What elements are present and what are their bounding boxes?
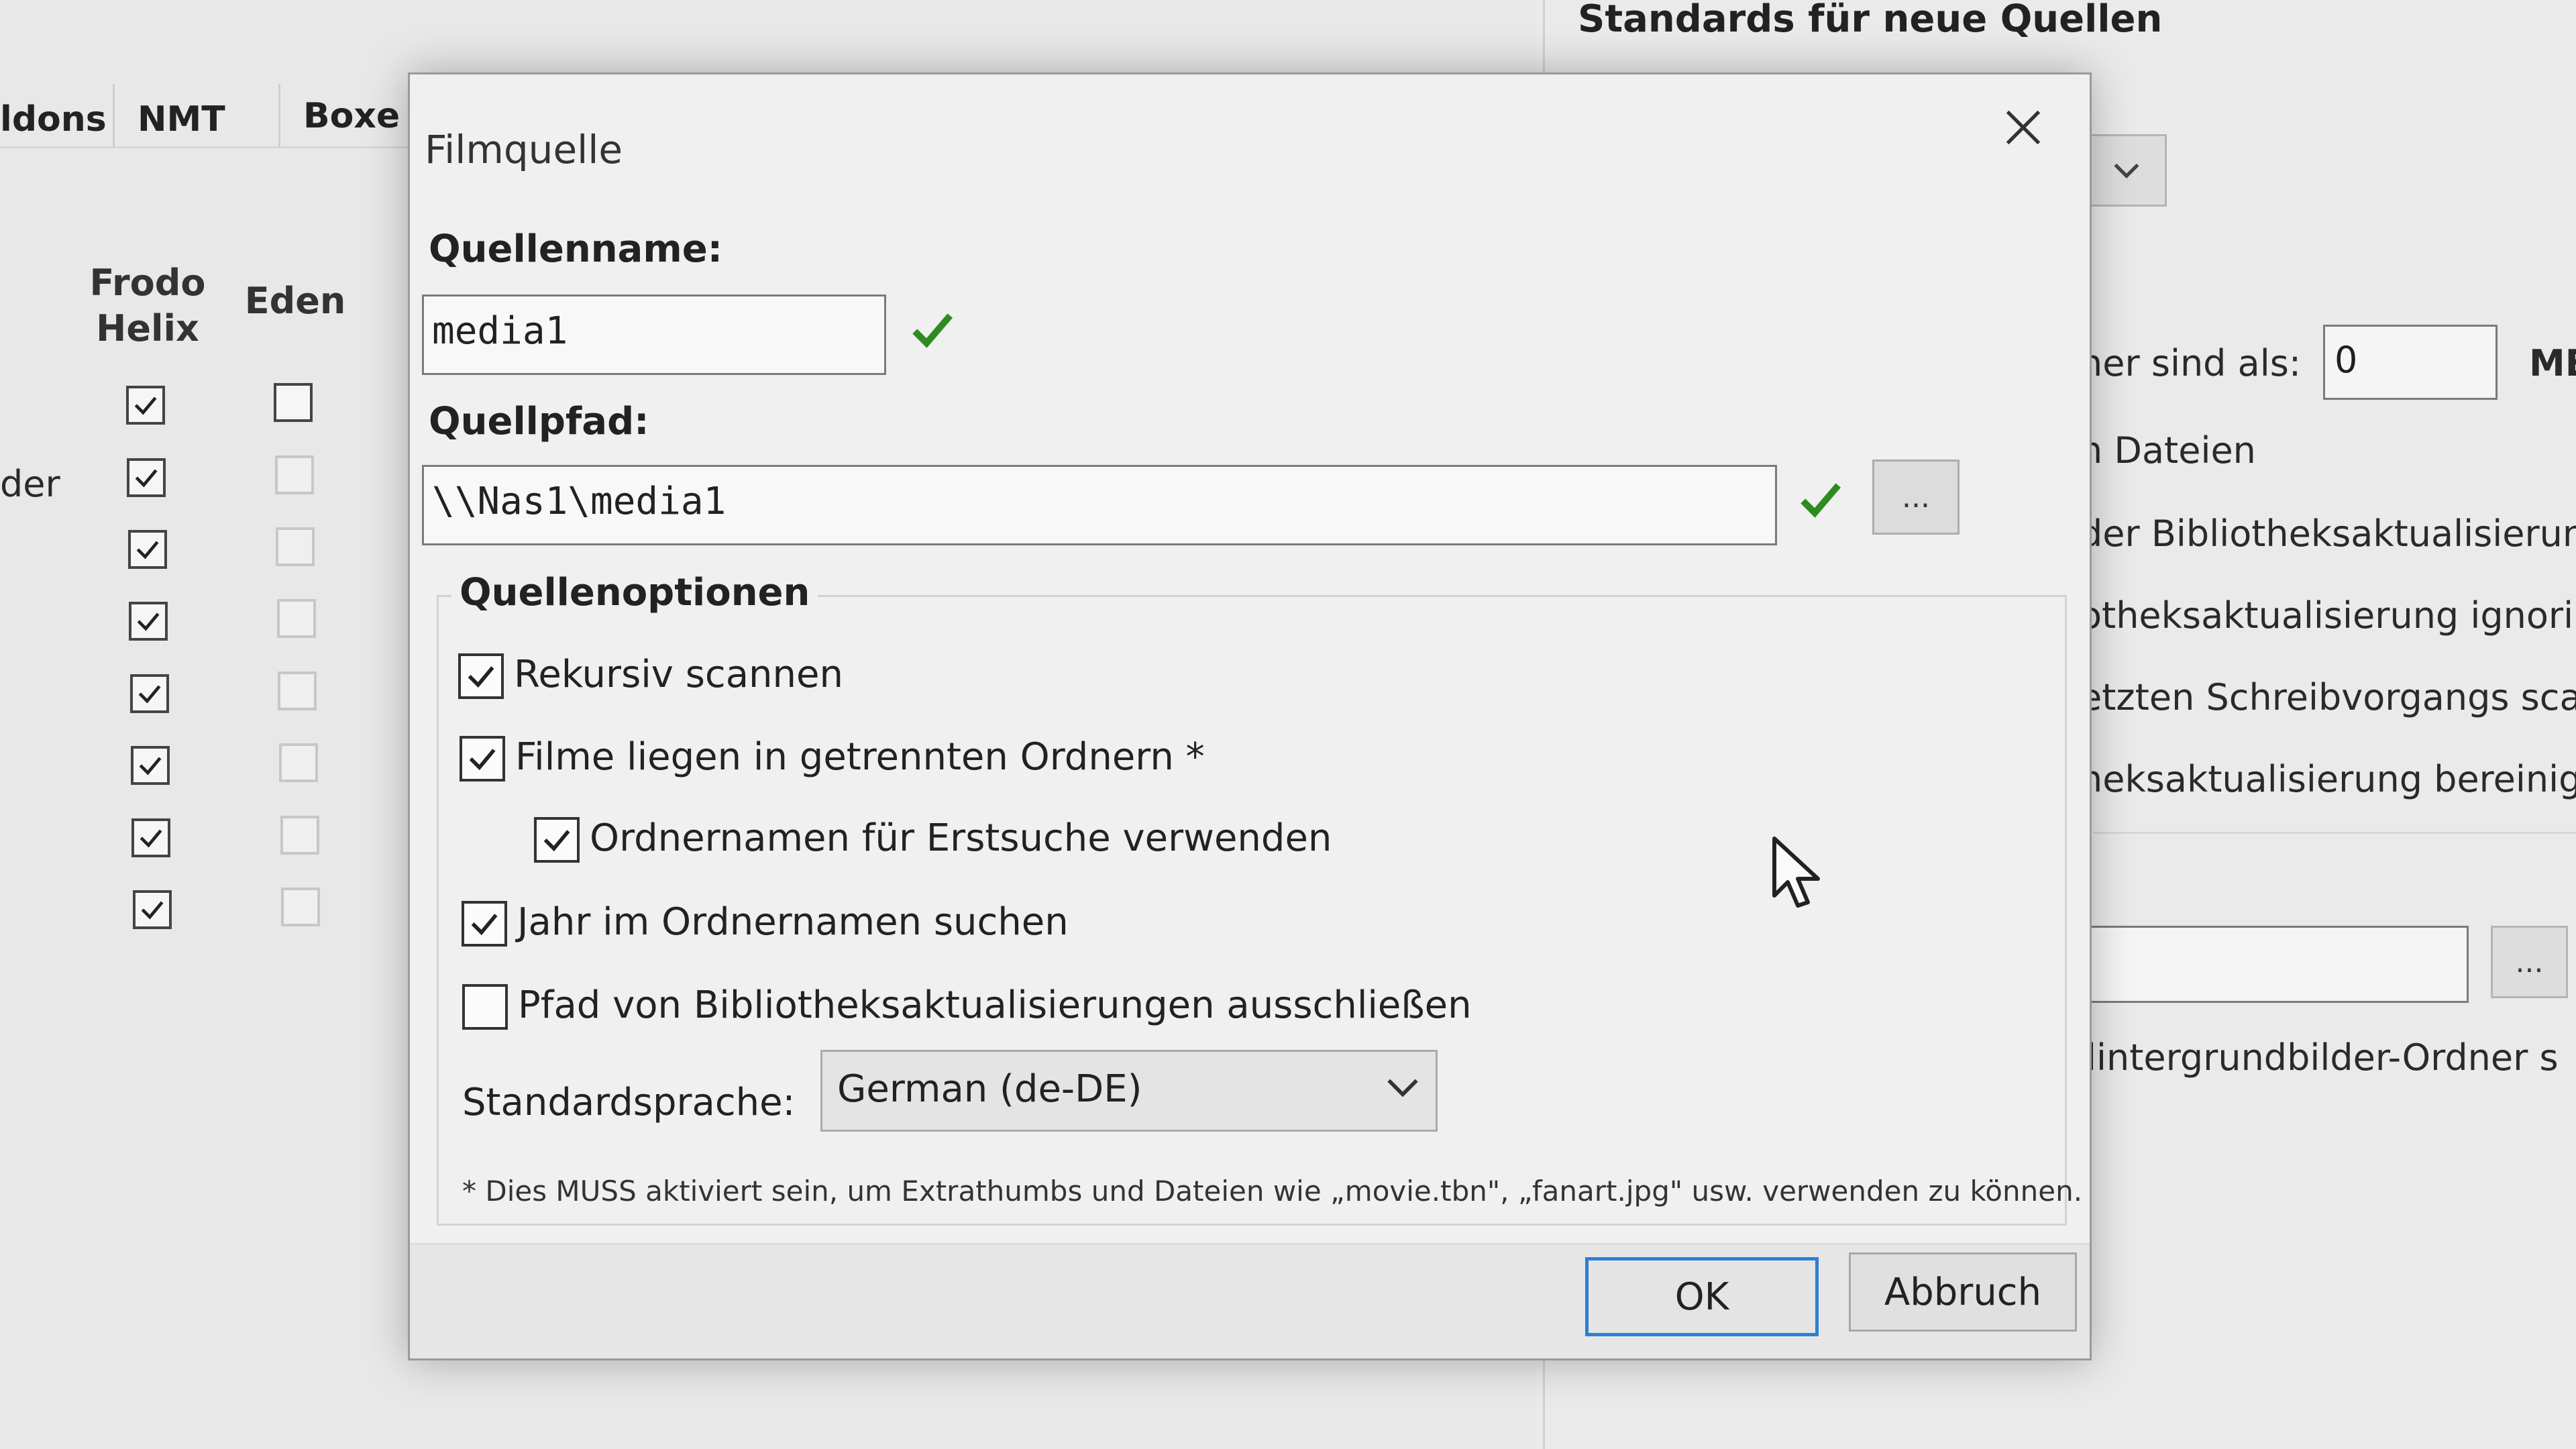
cancel-button[interactable]: Abbruch — [1849, 1252, 2077, 1332]
tab-divider — [113, 84, 115, 148]
frodo-helix-checkbox[interactable] — [127, 458, 166, 497]
browse-path-button[interactable]: ... — [1872, 460, 1960, 535]
eden-checkbox[interactable] — [274, 383, 313, 422]
options-footnote: * Dies MUSS aktiviert sein, um Extrathum… — [462, 1175, 2083, 1208]
mouse-cursor — [1771, 835, 1825, 912]
eden-checkbox[interactable] — [279, 743, 318, 782]
green-checkmark-icon — [1801, 483, 1841, 518]
checkmark-icon — [137, 612, 160, 631]
separate-folders-checkbox[interactable] — [460, 736, 505, 782]
option-line-1: n Dateien — [2080, 429, 2256, 472]
frodo-helix-checkbox[interactable] — [133, 890, 172, 929]
arrow-pointer-icon — [1772, 837, 1820, 908]
checkmark-icon — [141, 901, 164, 920]
option-line-2: der Bibliotheksaktualisierun — [2080, 513, 2576, 555]
frodo-helix-checkbox[interactable] — [130, 674, 169, 713]
source-path-input[interactable]: \\Nas1\media1 — [422, 465, 1777, 545]
source-name-valid-icon — [909, 306, 956, 356]
folder-names-first-search-label: Ordnernamen für Erstsuche verwenden — [590, 816, 1332, 860]
frodo-helix-checkbox[interactable] — [126, 386, 165, 425]
checkmark-icon — [469, 749, 496, 771]
dialog-footer — [410, 1243, 2090, 1358]
folder-browse-button[interactable]: ... — [2491, 926, 2568, 998]
close-icon — [2006, 110, 2041, 145]
frodo-helix-checkbox[interactable] — [131, 746, 170, 785]
separate-folders-label: Filme liegen in getrennten Ordnern * — [515, 735, 1205, 779]
year-in-folder-name-label: Jahr im Ordnernamen suchen — [517, 900, 1069, 944]
option-line-3: otheksaktualisierung ignori — [2080, 594, 2574, 637]
recursive-scan-checkbox[interactable] — [458, 653, 504, 699]
checkmark-icon — [139, 757, 162, 775]
size-filter-input[interactable]: 0 — [2323, 325, 2498, 400]
checkmark-icon — [134, 396, 157, 415]
section-divider — [2093, 832, 2576, 834]
recursive-scan-label: Rekursiv scannen — [514, 653, 843, 696]
source-options-title: Quellenoptionen — [451, 571, 818, 614]
defaults-section-title: Standards für neue Quellen — [1578, 0, 2163, 41]
language-dropdown-arrow[interactable] — [2086, 134, 2167, 207]
checkmark-icon — [138, 685, 161, 704]
default-language-value: German (de-DE) — [837, 1067, 1142, 1111]
tab-boxee[interactable]: Boxe — [303, 96, 400, 136]
source-path-valid-icon — [1797, 476, 1844, 525]
checkmark-icon — [468, 666, 494, 688]
exclude-from-library-update-label: Pfad von Bibliotheksaktualisierungen aus… — [518, 983, 1472, 1027]
source-name-label: Quellenname: — [429, 227, 723, 271]
eden-checkbox[interactable] — [277, 599, 316, 638]
eden-checkbox[interactable] — [280, 816, 319, 855]
frodo-helix-checkbox[interactable] — [128, 530, 167, 569]
option-line-4: etzten Schreibvorgangs sca — [2080, 676, 2576, 718]
tab-nmt[interactable]: NMT — [138, 99, 225, 140]
tab-addons[interactable]: ldons — [0, 99, 107, 140]
checkmark-icon — [136, 541, 159, 559]
frodo-helix-checkbox[interactable] — [129, 602, 168, 641]
row-label: der — [0, 463, 60, 505]
chevron-down-icon — [1387, 1079, 1418, 1097]
dialog-title: Filmquelle — [425, 127, 623, 172]
eden-checkbox[interactable] — [278, 672, 317, 710]
folder-path-input[interactable] — [2086, 926, 2469, 1003]
green-checkmark-icon — [912, 313, 953, 348]
checkmark-icon — [135, 469, 158, 488]
size-unit-label: ME — [2529, 342, 2576, 384]
default-language-label: Standardsprache: — [462, 1081, 796, 1124]
checkmark-icon — [471, 914, 498, 936]
default-language-select[interactable]: German (de-DE) — [820, 1050, 1438, 1132]
source-name-input[interactable]: media1 — [422, 294, 886, 375]
eden-checkbox[interactable] — [281, 888, 320, 926]
filmquelle-dialog: Filmquelle Quellenname: media1 Quellpfad… — [408, 72, 2092, 1360]
chevron-down-icon — [2114, 163, 2139, 179]
eden-checkbox[interactable] — [276, 527, 315, 566]
folder-names-first-search-checkbox[interactable] — [534, 817, 580, 863]
checkmark-icon — [140, 829, 162, 848]
exclude-from-library-update-checkbox[interactable] — [462, 984, 508, 1030]
option-line-5: heksaktualisierung bereinig — [2080, 758, 2576, 800]
year-in-folder-name-checkbox[interactable] — [462, 901, 507, 947]
column-header-eden: Eden — [244, 280, 346, 322]
eden-checkbox[interactable] — [275, 455, 314, 494]
close-button[interactable] — [2000, 104, 2047, 154]
fanart-folder-label: lintergrundbilder-Ordner s — [2086, 1036, 2559, 1079]
frodo-helix-checkbox[interactable] — [131, 818, 170, 857]
ok-button[interactable]: OK — [1585, 1257, 1819, 1336]
column-header-frodo-helix: Frodo Helix — [89, 262, 206, 350]
checkmark-icon — [543, 830, 570, 852]
tab-divider — [278, 84, 280, 148]
size-filter-label: ner sind als: — [2080, 342, 2302, 384]
source-path-label: Quellpfad: — [429, 400, 649, 443]
